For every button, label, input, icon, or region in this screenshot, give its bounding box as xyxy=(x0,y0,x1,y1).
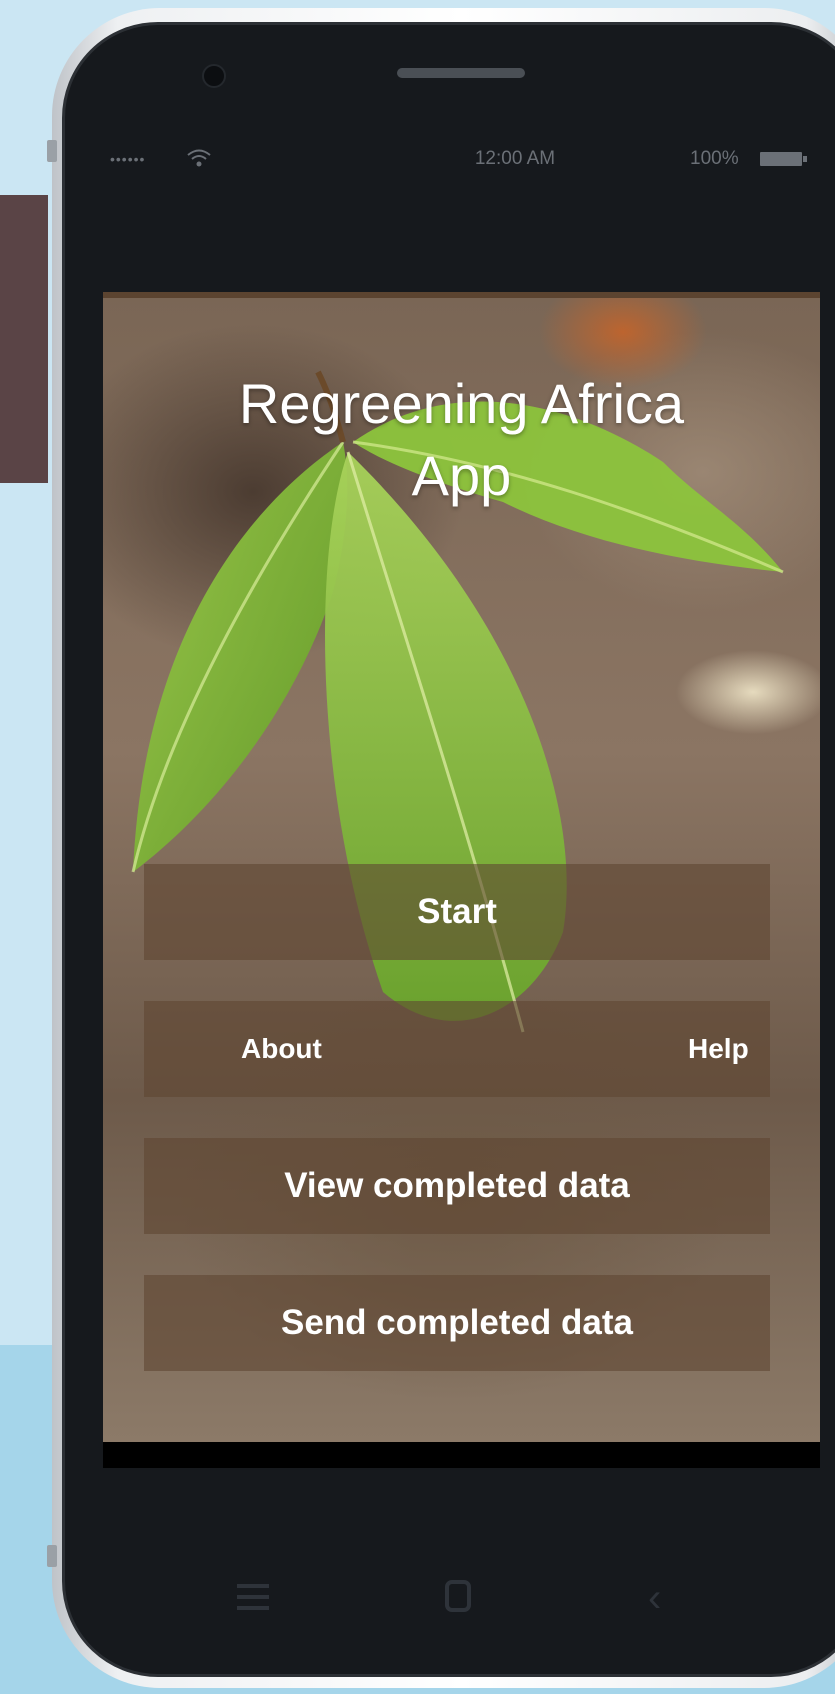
app-title-line-2: App xyxy=(411,444,512,507)
battery-percentage: 100% xyxy=(690,148,739,169)
battery-icon xyxy=(760,152,807,166)
phone-side-button-bottom xyxy=(47,1545,57,1567)
signal-strength-icon: •••••• xyxy=(110,151,146,167)
status-time: 12:00 AM xyxy=(474,148,556,169)
app-title: Regreening Africa App xyxy=(103,368,820,512)
android-nav-bar: ‹ xyxy=(62,1570,835,1630)
front-camera xyxy=(202,64,226,88)
screen-bottom-bar xyxy=(103,1442,820,1468)
menu-icon[interactable] xyxy=(237,1584,269,1610)
view-completed-data-button[interactable]: View completed data xyxy=(144,1138,770,1234)
phone-speaker xyxy=(397,68,525,78)
home-icon[interactable] xyxy=(445,1580,471,1612)
send-completed-data-button[interactable]: Send completed data xyxy=(144,1275,770,1371)
status-bar: •••••• 12:00 AM 100% xyxy=(110,146,810,172)
phone-side-button-top xyxy=(47,140,57,162)
background-accent-block xyxy=(0,195,48,483)
start-button[interactable]: Start xyxy=(144,864,770,960)
help-button[interactable]: Help xyxy=(444,1001,770,1097)
about-button[interactable]: About xyxy=(144,1001,444,1097)
back-icon[interactable]: ‹ xyxy=(648,1578,661,1618)
app-title-line-1: Regreening Africa xyxy=(238,372,685,435)
wifi-icon xyxy=(186,146,212,178)
app-screen: Regreening Africa App Start About Help V… xyxy=(103,292,820,1442)
